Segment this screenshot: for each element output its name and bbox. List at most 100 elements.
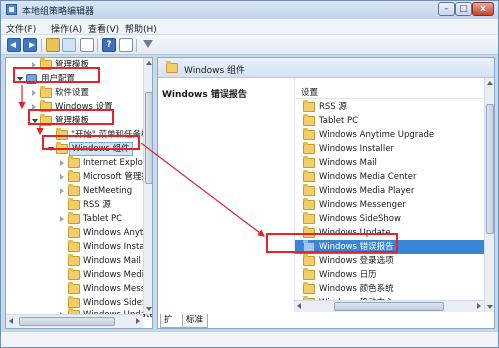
title-bar[interactable]: 本地组策略编辑器 – □ x xyxy=(1,1,498,19)
tree-item-label: 管理模板 xyxy=(55,116,90,126)
scroll-thumb[interactable] xyxy=(145,92,152,184)
minimize-button[interactable]: – xyxy=(438,2,455,16)
export-list-icon[interactable] xyxy=(80,38,94,52)
close-button[interactable]: x xyxy=(472,2,494,16)
list-item-label: Windows Media Player xyxy=(319,186,415,196)
list-item-label: Windows 日历 xyxy=(319,270,377,280)
expand-arrow-icon[interactable] xyxy=(60,174,64,180)
scroll-right-arrow-icon[interactable] xyxy=(477,303,481,309)
up-folder-icon[interactable] xyxy=(46,38,60,52)
list-item-label: Windows Messenger xyxy=(319,200,406,210)
tree-item-label: 管理模板 xyxy=(55,60,90,70)
menu-file[interactable]: 文件(F) xyxy=(6,22,36,35)
folder-icon xyxy=(303,128,315,140)
scroll-thumb[interactable] xyxy=(486,104,494,234)
properties-grid-icon[interactable] xyxy=(119,38,133,52)
filter-icon[interactable] xyxy=(141,38,155,52)
folder-icon xyxy=(68,198,80,210)
menu-view[interactable]: 查看(V) xyxy=(88,22,119,35)
scroll-up-arrow-icon[interactable] xyxy=(146,61,152,65)
help-icon[interactable]: ? xyxy=(102,38,116,52)
details-header: Windows 组件 xyxy=(158,58,494,78)
scroll-left-arrow-icon[interactable] xyxy=(9,318,13,324)
list-item[interactable]: Windows Media Center xyxy=(295,170,485,184)
expand-arrow-icon[interactable] xyxy=(32,90,36,96)
scroll-down-arrow-icon[interactable] xyxy=(487,305,493,309)
list-item[interactable]: Windows SideShow xyxy=(295,212,485,226)
expand-arrow-icon[interactable] xyxy=(60,160,64,166)
scroll-right-arrow-icon[interactable] xyxy=(136,318,140,324)
list-item[interactable]: Windows Mail xyxy=(295,156,485,170)
column-header-setting[interactable]: 设置 xyxy=(295,83,485,99)
tree-item-label: 用户配置 xyxy=(41,74,76,84)
list-item[interactable]: Windows 颜色系统 xyxy=(295,282,485,296)
folder-icon xyxy=(68,240,80,252)
expand-arrow-icon[interactable] xyxy=(32,104,36,110)
list-item-error-reporting[interactable]: Windows 错误报告 xyxy=(295,240,485,254)
show-hide-tree-icon[interactable] xyxy=(62,38,76,52)
folder-icon xyxy=(303,100,315,112)
scroll-thumb[interactable] xyxy=(19,317,115,326)
details-pane: Windows 组件 Windows 错误报告 设置 RSS 源 Tablet … xyxy=(157,57,495,329)
maximize-button[interactable]: □ xyxy=(455,2,472,16)
list-item[interactable]: Windows Media Player xyxy=(295,184,485,198)
folder-icon xyxy=(303,282,315,294)
column-header-label: 设置 xyxy=(301,88,319,98)
tree-vertical-scrollbar[interactable] xyxy=(143,58,152,314)
scroll-thumb[interactable] xyxy=(334,302,444,311)
group-policy-editor-window: 本地组策略编辑器 – □ x 文件(F) 操作(A) 查看(V) 帮助(H) ?… xyxy=(0,0,499,348)
tree-item-label: Tablet PC xyxy=(83,214,123,224)
menu-help[interactable]: 帮助(H) xyxy=(125,22,157,35)
folder-icon xyxy=(303,114,315,126)
toolbar-separator xyxy=(97,39,98,52)
list-item[interactable]: Windows Anytime Upgrade xyxy=(295,128,485,142)
list-item[interactable]: Windows 登录选项 xyxy=(295,254,485,268)
folder-icon xyxy=(68,212,80,224)
menu-action[interactable]: 操作(A) xyxy=(51,22,82,35)
expand-arrow-icon[interactable] xyxy=(60,216,64,222)
folder-icon xyxy=(303,198,315,210)
list-item[interactable]: RSS 源 xyxy=(295,100,485,114)
folder-icon xyxy=(303,212,315,224)
list-item[interactable]: Windows Installer xyxy=(295,142,485,156)
collapse-arrow-icon[interactable] xyxy=(32,119,38,123)
app-icon xyxy=(6,4,17,15)
folder-icon xyxy=(68,254,80,266)
scroll-left-arrow-icon[interactable] xyxy=(297,303,301,309)
folder-icon xyxy=(303,240,315,252)
folder-icon xyxy=(56,128,68,140)
collapse-arrow-icon[interactable] xyxy=(17,77,23,81)
folder-icon xyxy=(56,142,68,154)
list-item[interactable]: Windows 日历 xyxy=(295,268,485,282)
tree-item-label: Windows 设置 xyxy=(55,102,113,112)
tab-standard[interactable]: 标准 xyxy=(182,314,208,328)
scroll-up-arrow-icon[interactable] xyxy=(487,81,493,85)
list-item-label: Windows 颜色系统 xyxy=(319,284,394,294)
forward-arrow-icon[interactable] xyxy=(23,38,37,52)
folder-icon xyxy=(68,184,80,196)
folder-icon xyxy=(68,156,80,168)
list-item[interactable]: Windows Messenger xyxy=(295,198,485,212)
folder-icon xyxy=(303,226,315,238)
tree-item-label: 软件设置 xyxy=(55,88,90,98)
list-item-label: Windows SideShow xyxy=(319,214,401,224)
folder-icon xyxy=(68,268,80,280)
tab-extended[interactable]: 扩展 xyxy=(160,314,184,328)
tree-item-label: Windows 组件 xyxy=(69,142,133,156)
collapse-arrow-icon[interactable] xyxy=(48,147,54,151)
back-arrow-icon[interactable] xyxy=(7,38,21,52)
list-vertical-scrollbar[interactable] xyxy=(484,78,494,312)
expand-arrow-icon[interactable] xyxy=(60,188,64,194)
list-item-label: Tablet PC xyxy=(319,116,359,126)
settings-list: 设置 RSS 源 Tablet PC Windows Anytime Upgra… xyxy=(294,78,494,312)
list-item[interactable]: Tablet PC xyxy=(295,114,485,128)
list-item-label: Windows Mail xyxy=(319,158,377,168)
folder-icon xyxy=(40,100,52,112)
expand-arrow-icon[interactable] xyxy=(32,62,36,68)
tree-horizontal-scrollbar[interactable] xyxy=(6,314,143,328)
list-item[interactable]: Windows Update xyxy=(295,226,485,240)
menu-bar: 文件(F) 操作(A) 查看(V) 帮助(H) xyxy=(1,19,498,35)
list-horizontal-scrollbar[interactable] xyxy=(294,300,484,312)
tree-item-label: "开始" 菜单和任务栏 xyxy=(71,130,150,140)
scroll-down-arrow-icon[interactable] xyxy=(146,307,152,311)
